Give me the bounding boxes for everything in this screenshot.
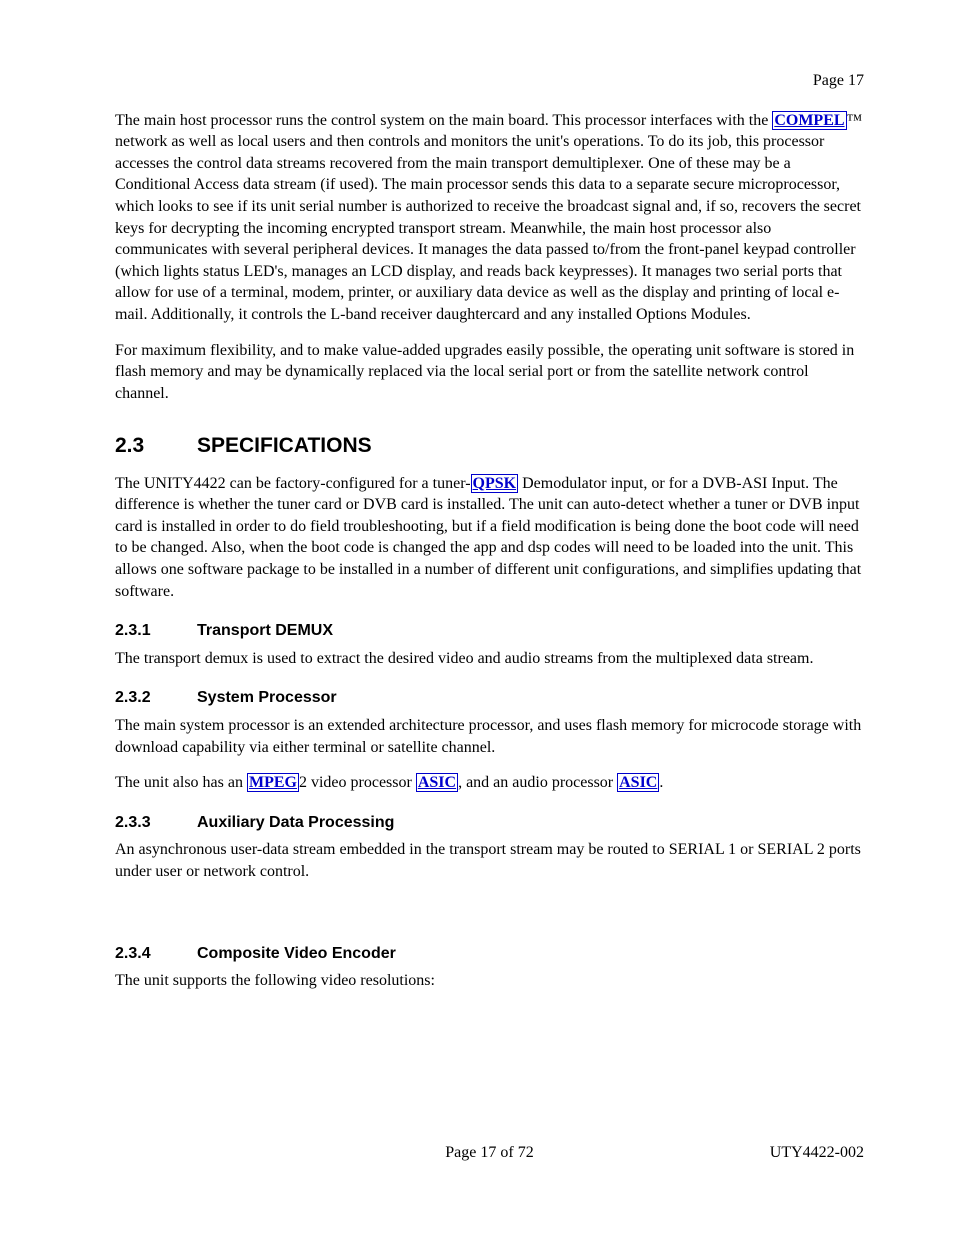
paragraph-aux-data: An asynchronous user-data stream embedde… (115, 839, 864, 882)
paragraph-system-processor-a: The main system processor is an extended… (115, 715, 864, 758)
section-number: 2.3.1 (115, 620, 197, 642)
link-mpeg[interactable]: MPEG (247, 773, 299, 792)
text: , and an audio processor (458, 774, 617, 791)
page-footer: Page 17 of 72 UTY4422-002 (115, 1142, 864, 1164)
section-title: System Processor (197, 689, 337, 706)
section-number: 2.3 (115, 432, 197, 460)
footer-page-count: Page 17 of 72 (115, 1142, 864, 1164)
link-compel[interactable]: COMPEL (772, 111, 846, 130)
link-qpsk[interactable]: QPSK (471, 474, 519, 493)
heading-specifications: 2.3SPECIFICATIONS (115, 432, 864, 460)
paragraph-system-processor-b: The unit also has an MPEG2 video process… (115, 772, 864, 794)
text: Demodulator input, or for a DVB-ASI Inpu… (115, 475, 861, 600)
text: ™ network as well as local users and the… (115, 112, 862, 323)
text: The unit also has an (115, 774, 247, 791)
page-header: Page 17 (115, 70, 864, 92)
paragraph-host-processor: The main host processor runs the control… (115, 110, 864, 326)
paragraph-transport-demux: The transport demux is used to extract t… (115, 648, 864, 670)
link-asic-video[interactable]: ASIC (416, 773, 458, 792)
heading-system-processor: 2.3.2System Processor (115, 687, 864, 709)
link-asic-audio[interactable]: ASIC (617, 773, 659, 792)
text: The UNITY4422 can be factory-configured … (115, 475, 471, 492)
heading-transport-demux: 2.3.1Transport DEMUX (115, 620, 864, 642)
section-title: Transport DEMUX (197, 622, 333, 639)
text: . (659, 774, 663, 791)
text: The main host processor runs the control… (115, 112, 772, 129)
section-number: 2.3.3 (115, 812, 197, 834)
section-title: Composite Video Encoder (197, 945, 396, 962)
section-number: 2.3.4 (115, 943, 197, 965)
paragraph-flexibility: For maximum flexibility, and to make val… (115, 340, 864, 405)
section-number: 2.3.2 (115, 687, 197, 709)
text: 2 video processor (299, 774, 416, 791)
section-title: Auxiliary Data Processing (197, 814, 394, 831)
footer-doc-id: UTY4422-002 (770, 1142, 864, 1164)
section-title: SPECIFICATIONS (197, 434, 372, 457)
heading-aux-data: 2.3.3Auxiliary Data Processing (115, 812, 864, 834)
paragraph-specifications: The UNITY4422 can be factory-configured … (115, 473, 864, 603)
paragraph-composite-video: The unit supports the following video re… (115, 970, 864, 992)
heading-composite-video: 2.3.4Composite Video Encoder (115, 943, 864, 965)
